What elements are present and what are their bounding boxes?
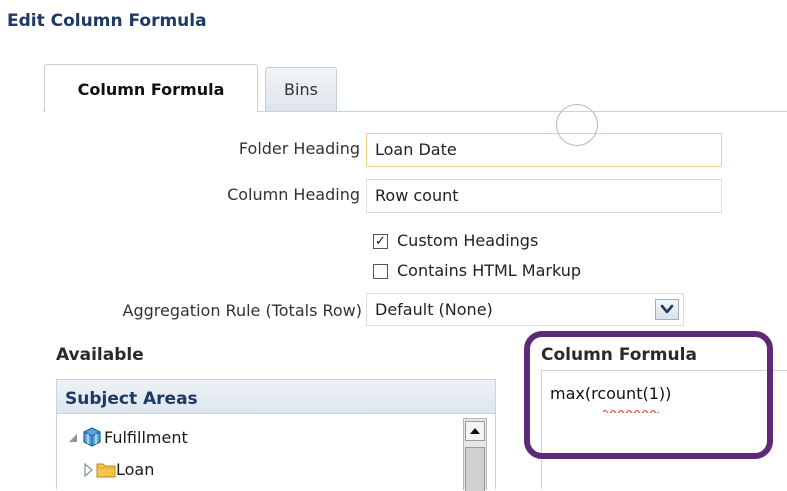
tab-column-formula[interactable]: Column Formula xyxy=(44,64,258,112)
folder-icon xyxy=(96,463,116,478)
aggregation-rule-select[interactable]: Default (None) xyxy=(366,293,684,326)
tree-scrollbar[interactable] xyxy=(463,418,487,491)
folder-heading-input[interactable]: Loan Date xyxy=(366,133,722,167)
scroll-thumb[interactable] xyxy=(465,447,485,491)
tree-item-fulfillment[interactable]: Fulfillment xyxy=(104,425,188,451)
chevron-down-icon xyxy=(660,304,674,314)
arrow-up-icon xyxy=(470,428,480,434)
collapse-triangle-icon[interactable] xyxy=(67,432,79,444)
checkmark-icon: ✓ xyxy=(375,234,386,249)
expand-triangle-icon[interactable] xyxy=(82,462,94,478)
highlight-annotation xyxy=(524,331,773,459)
contains-html-markup-label: Contains HTML Markup xyxy=(397,261,582,280)
subject-areas-header: Subject Areas xyxy=(57,380,495,414)
aggregation-rule-label: Aggregation Rule (Totals Row) xyxy=(122,301,362,320)
column-heading-input[interactable]: Row count xyxy=(366,179,722,213)
available-heading: Available xyxy=(56,345,144,365)
contains-html-markup-checkbox[interactable] xyxy=(373,264,388,279)
custom-headings-checkbox[interactable]: ✓ xyxy=(373,234,388,249)
folder-heading-label: Folder Heading xyxy=(238,139,360,158)
subject-area-cube-icon xyxy=(83,427,101,447)
tab-bins[interactable]: Bins xyxy=(265,67,337,111)
cursor-ring-indicator xyxy=(556,104,598,146)
subject-areas-title: Subject Areas xyxy=(65,389,198,409)
scroll-up-button[interactable] xyxy=(465,421,485,441)
column-heading-label: Column Heading xyxy=(227,185,360,204)
dialog-title: Edit Column Formula xyxy=(7,11,207,31)
aggregation-dropdown-button[interactable] xyxy=(655,299,679,320)
custom-headings-label: Custom Headings xyxy=(397,231,539,250)
aggregation-rule-value: Default (None) xyxy=(375,300,493,319)
tree-item-loan[interactable]: Loan xyxy=(116,457,154,483)
